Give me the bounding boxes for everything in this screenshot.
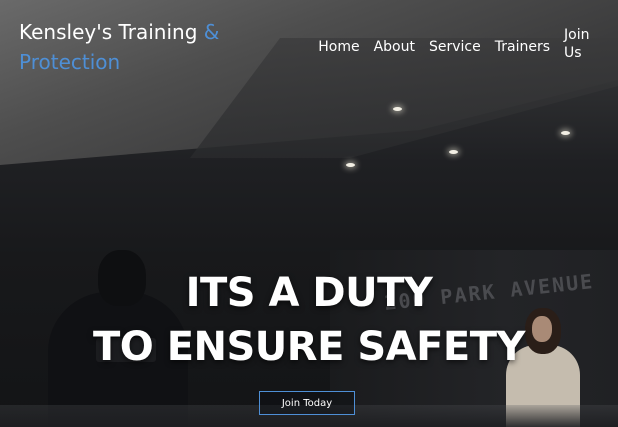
ceiling-light	[393, 107, 402, 111]
nav-join-us[interactable]: Join Us	[564, 26, 594, 62]
headline-line-1: ITS A DUTY	[185, 270, 433, 316]
brand-name-main: Kensley's Training	[19, 20, 198, 44]
main-nav: Home About Service Trainers Join Us	[304, 26, 594, 62]
brand-ampersand: &	[203, 20, 220, 44]
nav-home[interactable]: Home	[318, 38, 359, 56]
ceiling-light	[449, 150, 458, 154]
headline-line-2: TO ENSURE SAFETY	[92, 324, 526, 370]
join-today-button[interactable]: Join Today	[259, 391, 355, 415]
site-logo[interactable]: Kensley's Training & Protection	[19, 17, 259, 77]
ceiling-light	[561, 131, 570, 135]
nav-about[interactable]: About	[374, 38, 415, 56]
hero-section: 200 PARK AVENUE Kensley's Training & Pro…	[0, 0, 618, 427]
ceiling-light	[346, 163, 355, 167]
nav-service[interactable]: Service	[429, 38, 481, 56]
brand-name-second: Protection	[19, 50, 121, 74]
nav-trainers[interactable]: Trainers	[495, 38, 550, 56]
hero-headline: ITS A DUTY TO ENSURE SAFETY	[0, 266, 618, 374]
